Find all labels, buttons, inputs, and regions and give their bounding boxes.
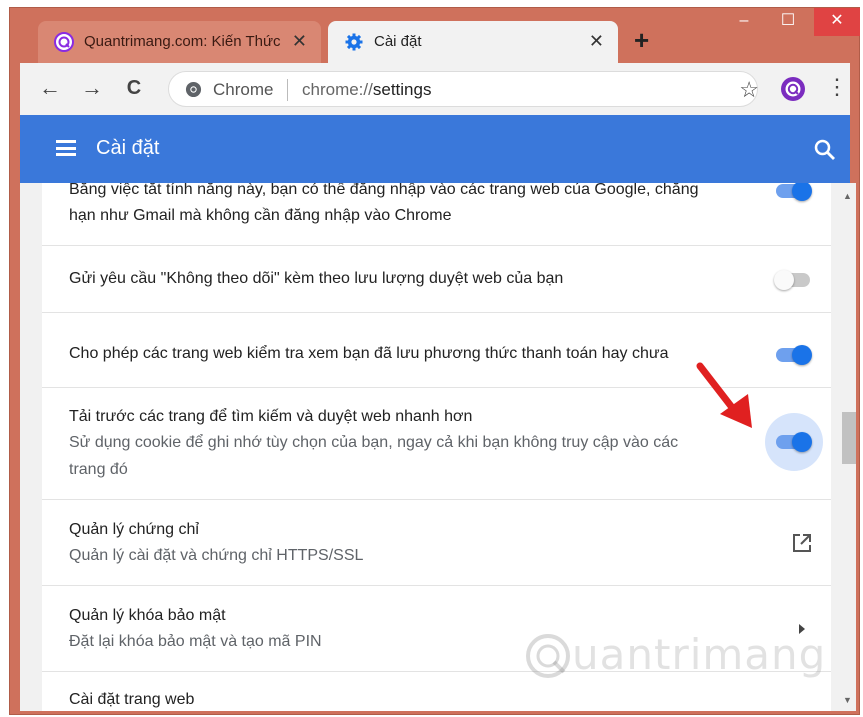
scroll-up-arrow-icon[interactable]: ▲ — [843, 191, 852, 201]
external-link-icon[interactable] — [792, 533, 812, 553]
setting-secondary-text: Quản lý cài đặt và chứng chỉ HTTPS/SSL — [69, 547, 364, 564]
chrome-icon — [185, 81, 202, 98]
setting-row-do-not-track: Gửi yêu cầu "Không theo dõi" kèm theo lư… — [42, 246, 831, 313]
tab-title: Quantrimang.com: Kiến Thức — [84, 33, 281, 50]
setting-primary-text: Bằng việc tắt tính năng này, bạn có thể … — [69, 183, 699, 198]
search-icon[interactable] — [812, 137, 838, 163]
toggle-signin[interactable] — [776, 183, 812, 201]
reload-button[interactable]: C — [122, 76, 146, 100]
profile-avatar-icon[interactable] — [780, 76, 806, 102]
scrollbar-thumb[interactable] — [842, 412, 856, 465]
close-tab-icon[interactable]: ✕ — [589, 31, 604, 51]
browser-toolbar: ← → C Chrome chrome://settings ☆ ⋮ — [20, 63, 850, 115]
settings-header: Cài đặt — [20, 115, 850, 183]
menu-dots-icon[interactable]: ⋮ — [826, 75, 848, 99]
setting-row-signin: Bằng việc tắt tính năng này, bạn có thể … — [42, 183, 831, 246]
setting-secondary-text-cont: trang đó — [69, 461, 128, 478]
hamburger-menu-icon[interactable] — [56, 140, 76, 156]
page-title: Cài đặt — [96, 137, 160, 159]
setting-primary-text: Quản lý chứng chỉ — [69, 521, 199, 538]
setting-primary-text: Quản lý khóa bảo mật — [69, 607, 226, 624]
address-bar[interactable]: Chrome chrome://settings ☆ — [168, 71, 759, 107]
setting-primary-text: Cho phép các trang web kiểm tra xem bạn … — [69, 345, 669, 362]
tab-title: Cài đặt — [374, 33, 422, 50]
new-tab-button[interactable]: + — [634, 25, 649, 55]
setting-primary-text: Cài đặt trang web — [69, 691, 195, 708]
quantrimang-favicon-icon — [54, 32, 74, 52]
setting-secondary-text: hạn như Gmail mà không cần đăng nhập vào… — [69, 207, 452, 224]
url-text: chrome://settings — [302, 80, 432, 99]
tab-strip: Quantrimang.com: Kiến Thức ✕ Cài đặt ✕ +… — [10, 8, 860, 63]
toggle-preload-pages[interactable] — [776, 432, 812, 452]
maximize-button[interactable]: ☐ — [770, 8, 806, 36]
setting-secondary-text: Đặt lại khóa bảo mật và tạo mã PIN — [69, 633, 322, 650]
toggle-payment-methods[interactable] — [776, 345, 812, 365]
site-chip-label: Chrome — [213, 80, 274, 99]
tab-settings[interactable]: Cài đặt ✕ — [328, 21, 618, 63]
quantrimang-watermark-logo-icon — [526, 634, 570, 678]
close-tab-icon[interactable]: ✕ — [292, 31, 307, 51]
scrollbar[interactable]: ▲ ▼ — [840, 183, 856, 711]
setting-secondary-text: Sử dụng cookie để ghi nhớ tùy chọn của b… — [69, 434, 679, 451]
omnibox-divider — [287, 79, 288, 101]
setting-primary-text: Tải trước các trang để tìm kiếm và duyệt… — [69, 408, 473, 425]
setting-row-manage-certificates[interactable]: Quản lý chứng chỉ Quản lý cài đặt và chứ… — [42, 500, 831, 586]
setting-primary-text: Gửi yêu cầu "Không theo dõi" kèm theo lư… — [69, 270, 564, 287]
watermark-text: uantrimang — [572, 630, 827, 679]
close-window-button[interactable]: ✕ — [814, 8, 860, 36]
back-button[interactable]: ← — [38, 76, 62, 100]
bookmark-star-icon[interactable]: ☆ — [739, 77, 759, 103]
toggle-do-not-track[interactable] — [774, 270, 812, 290]
tab-quantrimang[interactable]: Quantrimang.com: Kiến Thức ✕ — [38, 21, 321, 63]
minimize-button[interactable]: – — [726, 8, 762, 36]
scroll-down-arrow-icon[interactable]: ▼ — [843, 695, 852, 705]
red-arrow-icon — [696, 362, 752, 428]
forward-button[interactable]: → — [80, 76, 104, 100]
gear-icon — [345, 33, 363, 51]
